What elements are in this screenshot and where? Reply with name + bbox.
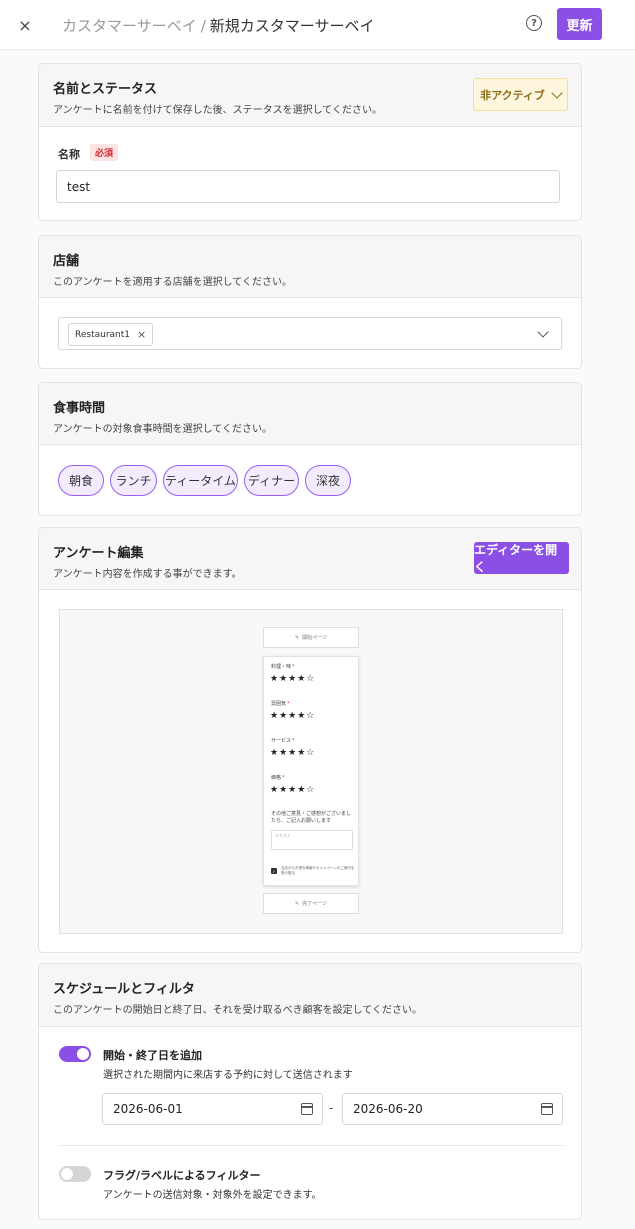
- meal-option-late-night[interactable]: 深夜: [305, 465, 351, 496]
- card-subtitle: このアンケートの開始日と終了日、それを受け取るべき顧客を設定してください。: [53, 1005, 422, 1016]
- label-filter-title: フラグ/ラベルによるフィルター: [103, 1169, 261, 1182]
- status-value: 非アクティブ: [480, 88, 545, 102]
- open-editor-button[interactable]: エディターを開く: [474, 542, 569, 574]
- chevron-down-icon[interactable]: [537, 326, 549, 338]
- pencil-icon: ✎: [294, 634, 300, 641]
- store-tag: Restaurant1 ×: [68, 323, 154, 346]
- label-filter-toggle[interactable]: [59, 1166, 91, 1182]
- meal-option-teatime[interactable]: ティータイム: [163, 465, 238, 496]
- card-title: 食事時間: [53, 401, 106, 416]
- divider: [59, 1145, 563, 1146]
- breadcrumb: カスタマーサーベイ / 新規カスタマーサーベイ: [62, 15, 374, 36]
- card-subtitle: このアンケートを適用する店舗を選択してください。: [53, 277, 292, 288]
- close-icon[interactable]: ×: [14, 14, 36, 36]
- star-rating: ★★★★☆: [270, 711, 316, 721]
- required-badge: 必須: [90, 144, 119, 161]
- preview-textarea: テキスト: [271, 830, 353, 850]
- checkbox-icon: ✓: [271, 868, 277, 874]
- preview-question-label: 価格*: [271, 775, 285, 781]
- date-range-title: 開始・終了日を追加: [103, 1049, 202, 1062]
- date-range-toggle[interactable]: [59, 1046, 91, 1062]
- card-header: 名前とステータス アンケートに名前を付けて保存した後、ステータスを選択してくださ…: [39, 64, 581, 127]
- preview-start-page: ✎ 開始ページ: [263, 627, 359, 648]
- toggle-knob: [77, 1048, 89, 1060]
- end-page-label: 完了ページ: [302, 901, 328, 907]
- page-title: 新規カスタマーサーベイ: [209, 17, 375, 35]
- card-title: スケジュールとフィルタ: [53, 982, 195, 997]
- card-header: スケジュールとフィルタ このアンケートの開始日と終了日、それを受け取るべき顧客を…: [39, 964, 581, 1027]
- meal-option-breakfast[interactable]: 朝食: [58, 465, 104, 496]
- schedule-filter-card: スケジュールとフィルタ このアンケートの開始日と終了日、それを受け取るべき顧客を…: [38, 963, 582, 1220]
- breadcrumb-parent[interactable]: カスタマーサーベイ: [62, 17, 197, 35]
- tag-remove-icon[interactable]: ×: [137, 328, 146, 341]
- preview-question-label: 雰囲気*: [271, 701, 290, 707]
- card-subtitle: アンケートの対象食事時間を選択してください。: [53, 424, 272, 435]
- label-filter-description: アンケートの送信対象・対象外を設定できます。: [103, 1190, 322, 1201]
- stores-card: 店舗 このアンケートを適用する店舗を選択してください。 Restaurant1 …: [38, 235, 582, 369]
- preview-question-label: 料理・味*: [271, 664, 295, 670]
- card-header: 食事時間 アンケートの対象食事時間を選択してください。: [39, 383, 581, 445]
- status-dropdown[interactable]: 非アクティブ: [473, 78, 568, 111]
- calendar-icon[interactable]: [301, 1103, 313, 1115]
- calendar-icon[interactable]: [541, 1103, 553, 1115]
- meal-option-lunch[interactable]: ランチ: [110, 465, 157, 496]
- name-input[interactable]: test: [56, 170, 560, 203]
- meal-option-dinner[interactable]: ディナー: [244, 465, 299, 496]
- end-date-value: 2026-06-20: [353, 1102, 423, 1116]
- preview-form: 料理・味* ★★★★☆ 雰囲気* ★★★★☆ サービス* ★★★★☆ 価格* ★…: [263, 656, 359, 886]
- star-rating: ★★★★☆: [270, 674, 316, 684]
- card-header: アンケート編集 アンケート内容を作成する事ができます。 エディターを開く: [39, 528, 581, 590]
- preview-end-page: ✎ 完了ページ: [263, 893, 359, 914]
- preview-checkbox-text: 当店からお得な情報やキャンペーンのご案内を受け取る: [281, 866, 355, 875]
- start-date-value: 2026-06-01: [113, 1102, 183, 1116]
- star-rating: ★★★★☆: [270, 748, 316, 758]
- toggle-knob: [61, 1168, 73, 1180]
- start-date-input[interactable]: 2026-06-01: [102, 1093, 323, 1125]
- preview-free-text-label: その他ご意見・ご感想がございましたら、ご記入お願いします: [271, 811, 352, 824]
- end-date-input[interactable]: 2026-06-20: [342, 1093, 563, 1125]
- card-title: 店舗: [53, 254, 80, 269]
- survey-edit-card: アンケート編集 アンケート内容を作成する事ができます。 エディターを開く ✎ 開…: [38, 527, 582, 953]
- store-select[interactable]: Restaurant1 ×: [58, 317, 562, 350]
- meal-times-card: 食事時間 アンケートの対象食事時間を選択してください。: [38, 382, 582, 516]
- date-range-description: 選択された期間内に来店する予約に対して送信されます: [103, 1070, 353, 1081]
- top-bar: × カスタマーサーベイ / 新規カスタマーサーベイ ? 更新: [0, 0, 635, 50]
- preview-question-label: サービス*: [271, 738, 295, 744]
- date-separator: -: [329, 1101, 334, 1115]
- breadcrumb-separator: /: [200, 17, 206, 35]
- name-label: 名称: [58, 148, 80, 161]
- pencil-icon: ✎: [294, 900, 300, 907]
- store-tag-label: Restaurant1: [75, 329, 130, 340]
- card-header: 店舗 このアンケートを適用する店舗を選択してください。: [39, 236, 581, 298]
- survey-preview: ✎ 開始ページ 料理・味* ★★★★☆ 雰囲気* ★★★★☆ サービス* ★★★…: [59, 609, 563, 934]
- chevron-down-icon: [551, 86, 563, 99]
- start-page-label: 開始ページ: [302, 635, 328, 641]
- star-rating: ★★★★☆: [270, 785, 316, 795]
- update-button[interactable]: 更新: [557, 8, 602, 40]
- help-icon[interactable]: ?: [526, 15, 542, 31]
